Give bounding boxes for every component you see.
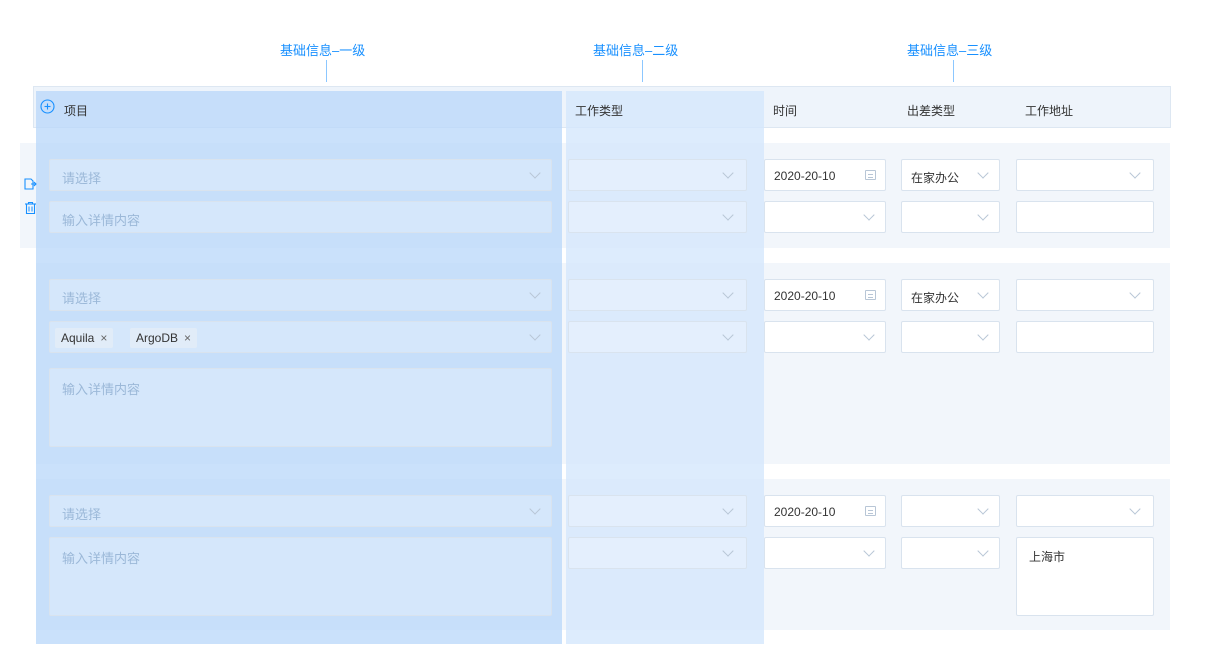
work-type-select-3[interactable] <box>568 495 747 527</box>
trip-type-select-1[interactable]: 在家办公 <box>901 159 1000 191</box>
work-type-select-1[interactable] <box>568 159 747 191</box>
address-input-2[interactable] <box>1016 321 1154 353</box>
trip-type-select-3b[interactable] <box>901 537 1000 569</box>
chevron-down-icon <box>722 287 734 299</box>
time-select-3b[interactable] <box>764 537 886 569</box>
trip-type-select-2b[interactable] <box>901 321 1000 353</box>
delete-row-button[interactable] <box>24 201 37 215</box>
project-select-2[interactable]: 请选择 <box>49 279 552 311</box>
chevron-down-icon <box>1129 503 1141 515</box>
chevron-down-icon <box>1129 167 1141 179</box>
chevron-down-icon <box>529 167 541 179</box>
detail-textarea-3[interactable]: 输入详情内容 <box>49 537 552 616</box>
address-select-2[interactable] <box>1016 279 1154 311</box>
address-input-1[interactable] <box>1016 201 1154 233</box>
address-select-3[interactable] <box>1016 495 1154 527</box>
close-icon[interactable]: × <box>184 331 191 345</box>
detail-textarea-2[interactable]: 输入详情内容 <box>49 368 552 447</box>
chevron-down-icon <box>722 503 734 515</box>
tag-label: ArgoDB <box>136 331 179 345</box>
annotation-line-level2 <box>642 60 643 82</box>
annotation-level3: 基础信息–三级 <box>907 43 993 58</box>
chevron-down-icon <box>722 329 734 341</box>
annotation-line-level1 <box>326 60 327 82</box>
col-trip-type: 出差类型 <box>907 104 956 118</box>
select-placeholder: 请选择 <box>62 507 102 522</box>
copy-icon <box>24 178 37 190</box>
add-row-button[interactable] <box>40 99 55 114</box>
chevron-down-icon <box>722 209 734 221</box>
trip-type-select-1b[interactable] <box>901 201 1000 233</box>
work-type-select-1b[interactable] <box>568 201 747 233</box>
calendar-icon <box>865 506 876 516</box>
chevron-down-icon <box>863 545 875 557</box>
select-placeholder: 请选择 <box>62 171 102 186</box>
chevron-down-icon <box>529 287 541 299</box>
detail-input-1[interactable]: 输入详情内容 <box>49 201 552 233</box>
trip-type-select-2[interactable]: 在家办公 <box>901 279 1000 311</box>
work-type-select-2b[interactable] <box>568 321 747 353</box>
col-time: 时间 <box>773 104 798 118</box>
col-project: 项目 <box>64 104 89 118</box>
address-value: 上海市 <box>1029 550 1066 564</box>
chevron-down-icon <box>977 167 989 179</box>
project-select-1[interactable]: 请选择 <box>49 159 552 191</box>
date-value: 2020-20-10 <box>774 505 836 519</box>
trip-type-value: 在家办公 <box>911 291 960 305</box>
work-type-select-2[interactable] <box>568 279 747 311</box>
textarea-placeholder: 输入详情内容 <box>62 551 141 566</box>
annotation-level1: 基础信息–一级 <box>280 43 366 58</box>
chevron-down-icon <box>529 503 541 515</box>
textarea-placeholder: 输入详情内容 <box>62 382 141 397</box>
chevron-down-icon <box>722 545 734 557</box>
tag-select-2[interactable]: Aquila × ArgoDB × <box>49 321 552 353</box>
trip-type-select-3[interactable] <box>901 495 1000 527</box>
work-type-select-3b[interactable] <box>568 537 747 569</box>
calendar-icon <box>865 290 876 300</box>
address-textarea-3[interactable]: 上海市 <box>1016 537 1154 616</box>
date-picker-2[interactable]: 2020-20-10 <box>764 279 886 311</box>
trash-icon <box>25 201 36 215</box>
date-picker-3[interactable]: 2020-20-10 <box>764 495 886 527</box>
project-select-3[interactable]: 请选择 <box>49 495 552 527</box>
chevron-down-icon <box>863 329 875 341</box>
tag-argodb: ArgoDB × <box>130 328 198 348</box>
chevron-down-icon <box>977 209 989 221</box>
date-value: 2020-20-10 <box>774 289 836 303</box>
input-placeholder: 输入详情内容 <box>62 213 141 228</box>
date-value: 2020-20-10 <box>774 169 836 183</box>
trip-type-value: 在家办公 <box>911 171 960 185</box>
chevron-down-icon <box>977 503 989 515</box>
tag-label: Aquila <box>61 331 95 345</box>
select-placeholder: 请选择 <box>62 291 102 306</box>
close-icon[interactable]: × <box>100 331 107 345</box>
chevron-down-icon <box>863 209 875 221</box>
annotation-level2: 基础信息–二级 <box>593 43 679 58</box>
chevron-down-icon <box>977 545 989 557</box>
calendar-icon <box>865 170 876 180</box>
chevron-down-icon <box>977 329 989 341</box>
annotation-line-level3 <box>953 60 954 82</box>
col-work-address: 工作地址 <box>1025 104 1074 118</box>
chevron-down-icon <box>1129 287 1141 299</box>
plus-circle-icon <box>40 99 55 114</box>
chevron-down-icon <box>722 167 734 179</box>
chevron-down-icon <box>977 287 989 299</box>
time-select-2b[interactable] <box>764 321 886 353</box>
copy-row-button[interactable] <box>23 177 37 191</box>
time-select-1b[interactable] <box>764 201 886 233</box>
date-picker-1[interactable]: 2020-20-10 <box>764 159 886 191</box>
address-select-1[interactable] <box>1016 159 1154 191</box>
col-work-type: 工作类型 <box>575 104 624 118</box>
tag-aquila: Aquila × <box>55 328 114 348</box>
chevron-down-icon <box>529 329 541 341</box>
